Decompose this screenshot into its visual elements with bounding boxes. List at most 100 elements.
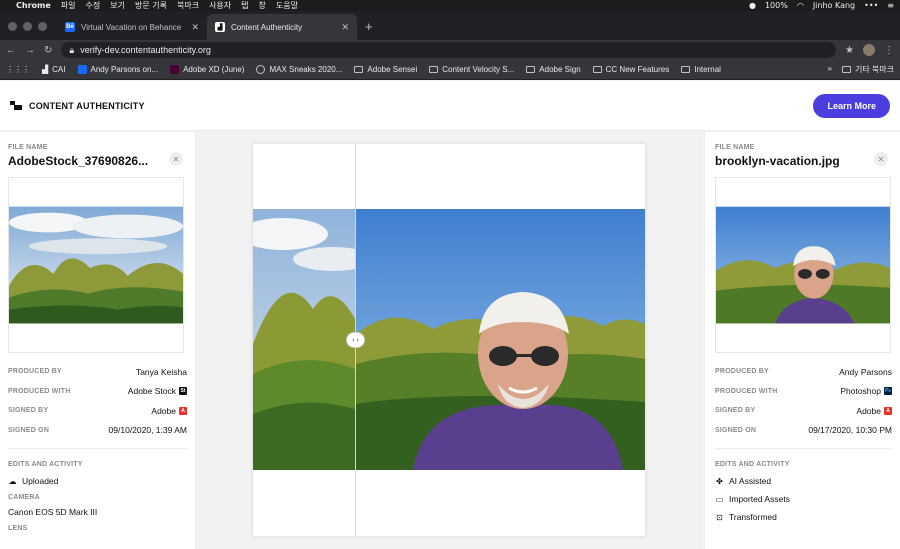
close-window-icon[interactable] [8, 22, 17, 31]
tab-close-icon[interactable]: ✕ [191, 22, 199, 33]
tab-title: Content Authenticity [231, 22, 303, 32]
produced-with-label: PRODUCED WITH [8, 387, 71, 395]
bookmark-andy-parsons[interactable]: Andy Parsons on... [77, 65, 159, 74]
adobe-logo-icon: A [884, 406, 892, 415]
right-file-panel: FILE NAME brooklyn-vacation.jpg ✕ PRODUC… [704, 132, 900, 549]
edits-label: EDITS AND ACTIVITY [715, 461, 790, 468]
bookmark-label: Internal [694, 65, 721, 74]
brand-logo[interactable]: CONTENT AUTHENTICITY [10, 101, 145, 111]
signed-by-label: SIGNED BY [715, 407, 756, 415]
bookmarks-overflow[interactable]: » [828, 64, 832, 75]
battery-level[interactable]: 100% [765, 1, 788, 10]
other-bookmarks[interactable]: 기타 북마크 [841, 64, 894, 75]
bookmark-label: CC New Features [605, 65, 670, 74]
camera-section: CAMERA Canon EOS 5D Mark III [8, 494, 187, 517]
xd-icon [170, 65, 180, 74]
signed-by-label: SIGNED BY [8, 407, 49, 415]
bookmark-cai[interactable]: ▟ CAI [42, 65, 66, 74]
provenance-details: PRODUCED BY Andy Parsons PRODUCED WITH Pho… [715, 362, 892, 449]
edit-item-label: Transformed [729, 512, 777, 522]
forward-icon[interactable]: → [25, 45, 35, 56]
compare-canvas[interactable]: ‹ › [253, 144, 645, 536]
address-bar[interactable]: 🔒︎ verify-dev.contentauthenticity.org [61, 42, 837, 58]
file-name: brooklyn-vacation.jpg [715, 154, 840, 168]
more-icon[interactable]: ••• [864, 1, 878, 10]
bookmark-internal[interactable]: Internal [681, 65, 721, 74]
produced-by-label: PRODUCED BY [8, 368, 62, 376]
edit-item: ▭ Imported Assets [715, 494, 892, 504]
signed-on-value: 09/17/2020, 10:30 PM [808, 425, 892, 436]
bookmark-label: MAX Sneaks 2020... [269, 65, 343, 74]
macos-menubar: Chrome 파일 수정 보기 방문 기록 북마크 사용자 탭 창 도움말 ● … [0, 0, 900, 11]
close-icon[interactable]: ✕ [169, 152, 183, 166]
tab-behance[interactable]: Bē Virtual Vacation on Behance ✕ [57, 14, 207, 40]
edit-item-label: AI Assisted [729, 476, 772, 486]
folder-icon [841, 66, 851, 73]
close-icon[interactable]: ✕ [874, 152, 888, 166]
reload-icon[interactable]: ↻ [44, 45, 52, 56]
ai-assisted-icon: ✤ [716, 476, 723, 486]
bookmark-label: Adobe Sensei [367, 65, 418, 74]
signed-by-row: Adobe A [856, 406, 892, 416]
menu-view[interactable]: 보기 [110, 0, 125, 11]
menu-profiles[interactable]: 사용자 [209, 0, 231, 11]
brand-name: CONTENT AUTHENTICITY [29, 100, 145, 111]
cai-logo-icon [10, 101, 22, 110]
bookmark-label: CAI [52, 65, 66, 74]
menu-edit[interactable]: 수정 [86, 0, 101, 11]
menu-app-name[interactable]: Chrome [16, 1, 51, 10]
folder-icon [429, 66, 439, 73]
camera-label: CAMERA [8, 494, 40, 501]
menubar-status: ● 100% ◠ Jinho Kang ••• ≡ [749, 1, 894, 10]
tab-content-authenticity[interactable]: ▟ Content Authenticity ✕ [207, 14, 357, 40]
window-controls [0, 22, 57, 40]
file-name-label: FILE NAME [715, 144, 755, 151]
minimize-window-icon[interactable] [23, 22, 32, 31]
globe-icon [256, 65, 266, 74]
record-icon[interactable]: ● [749, 1, 756, 10]
bookmark-cc-new-features[interactable]: CC New Features [592, 65, 670, 74]
new-tab-icon[interactable]: + [357, 19, 381, 40]
tab-close-icon[interactable]: ✕ [341, 22, 349, 33]
cai-icon: ▟ [42, 65, 49, 74]
menu-window[interactable]: 창 [259, 0, 266, 11]
bookmark-adobe-sensei[interactable]: Adobe Sensei [354, 65, 417, 74]
bookmark-adobe-xd[interactable]: Adobe XD (June) [170, 65, 244, 74]
bookmark-max-sneaks[interactable]: MAX Sneaks 2020... [256, 65, 342, 74]
signed-by-value: Adobe [856, 405, 881, 416]
edited-image [356, 209, 645, 470]
zoom-window-icon[interactable] [38, 22, 47, 31]
menu-bookmarks[interactable]: 북마크 [177, 0, 199, 11]
bookmark-content-velocity[interactable]: Content Velocity S... [429, 65, 514, 74]
menu-history[interactable]: 방문 기록 [135, 0, 167, 11]
lens-label: LENS [8, 525, 28, 532]
compare-slider-handle[interactable]: ‹ › [346, 332, 365, 348]
app-header: CONTENT AUTHENTICITY Learn More [0, 81, 900, 131]
adobe-stock-icon: St [179, 387, 187, 396]
imported-assets-icon: ▭ [715, 494, 724, 504]
menu-help[interactable]: 도움말 [276, 0, 298, 11]
menu-file[interactable]: 파일 [61, 0, 76, 11]
landscape-thumbnail [9, 206, 183, 324]
bookmark-label: 기타 북마크 [854, 65, 894, 74]
star-icon[interactable]: ★ [845, 45, 854, 56]
browser-tabstrip: Bē Virtual Vacation on Behance ✕ ▟ Conte… [0, 11, 900, 40]
user-name[interactable]: Jinho Kang [813, 1, 855, 10]
menu-kebab-icon[interactable]: ⋮ [884, 45, 894, 56]
bookmark-label: Andy Parsons on... [90, 65, 159, 74]
list-icon[interactable]: ≡ [887, 1, 894, 10]
menu-tab[interactable]: 탭 [241, 0, 248, 11]
behance-favicon-icon: Bē [65, 22, 75, 32]
signed-by-row: Adobe A [151, 406, 187, 416]
learn-more-button[interactable]: Learn More [813, 93, 890, 118]
folder-icon [592, 66, 602, 73]
thumbnail-frame [715, 177, 891, 353]
apps-grid-icon[interactable]: ⋮⋮⋮ [6, 65, 30, 74]
bookmark-adobe-sign[interactable]: Adobe Sign [526, 65, 581, 74]
behance-icon [77, 65, 87, 74]
back-icon[interactable]: ← [6, 45, 16, 56]
profile-avatar[interactable] [863, 44, 875, 56]
edits-label: EDITS AND ACTIVITY [8, 461, 83, 468]
file-name-label: FILE NAME [8, 144, 48, 151]
wifi-icon[interactable]: ◠ [797, 1, 804, 10]
